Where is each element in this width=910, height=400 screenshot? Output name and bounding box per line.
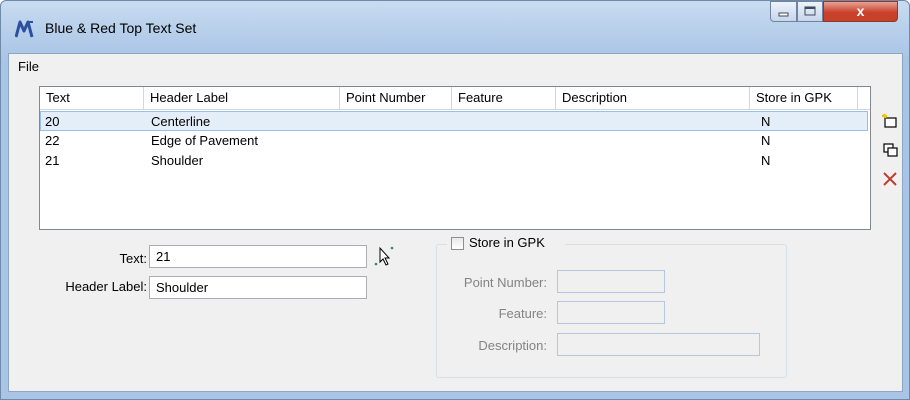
feature-label: Feature: [498,306,547,321]
copy-icon [883,143,898,157]
cell-header-label: Edge of Pavement [151,133,258,148]
pick-text-button[interactable] [373,244,395,268]
cell-header-label: Centerline [151,114,211,129]
window-title: Blue & Red Top Text Set [45,20,197,36]
delete-row-button[interactable] [881,170,899,188]
store-in-gpk-label[interactable]: Store in GPK [469,235,545,250]
minimize-icon [778,12,789,17]
cell-store-in-gpk: N [761,133,771,148]
table-row[interactable]: 21 Shoulder N [40,151,868,171]
header-label-field-label: Header Label: [65,279,147,294]
column-header-header-label[interactable]: Header Label [144,87,340,109]
column-header-description[interactable]: Description [556,87,750,109]
menu-bar: File [9,54,902,76]
header-label-input[interactable]: Shoulder [149,276,367,299]
cell-text: 22 [45,133,60,148]
description-input[interactable] [557,333,760,356]
close-button[interactable]: x [823,1,898,22]
close-icon: x [856,3,865,19]
table-row[interactable]: 22 Edge of Pavement N [40,131,868,151]
new-icon [882,113,897,128]
dialog-window: Blue & Red Top Text Set x File Text Head… [0,0,910,400]
store-in-gpk-legend: Store in GPK [447,235,565,253]
cell-text: 21 [45,153,60,168]
column-header-text[interactable]: Text [40,87,144,109]
feature-input[interactable] [557,301,665,324]
maximize-button[interactable] [797,1,823,22]
column-header-store-in-gpk[interactable]: Store in GPK [750,87,858,109]
text-input[interactable]: 21 [149,245,367,268]
point-number-input[interactable] [557,270,665,293]
description-label: Description: [478,338,547,353]
cell-store-in-gpk: N [761,153,771,168]
column-header-feature[interactable]: Feature [452,87,556,109]
copy-row-button[interactable] [881,141,899,159]
text-field-label: Text: [119,251,147,266]
column-header-point-number[interactable]: Point Number [340,87,452,109]
maximize-icon [804,6,816,16]
pick-cursor-icon [374,246,394,266]
cell-header-label: Shoulder [151,153,204,168]
minimize-button[interactable] [770,1,797,22]
list-header: Text Header Label Point Number Feature D… [40,87,870,110]
menu-file[interactable]: File [18,59,39,74]
add-row-button[interactable] [881,112,899,130]
app-logo-icon [15,20,34,38]
point-number-label: Point Number: [463,275,547,290]
cell-text: 20 [45,114,60,129]
text-set-list[interactable]: Text Header Label Point Number Feature D… [39,86,871,230]
dialog-client-area: File Text Header Label Point Number Feat… [8,53,903,392]
cell-store-in-gpk: N [761,114,771,129]
store-in-gpk-checkbox[interactable] [451,237,464,250]
table-row[interactable]: 20 Centerline N [40,111,868,131]
title-bar[interactable]: Blue & Red Top Text Set x [1,1,909,53]
delete-icon [883,172,897,186]
